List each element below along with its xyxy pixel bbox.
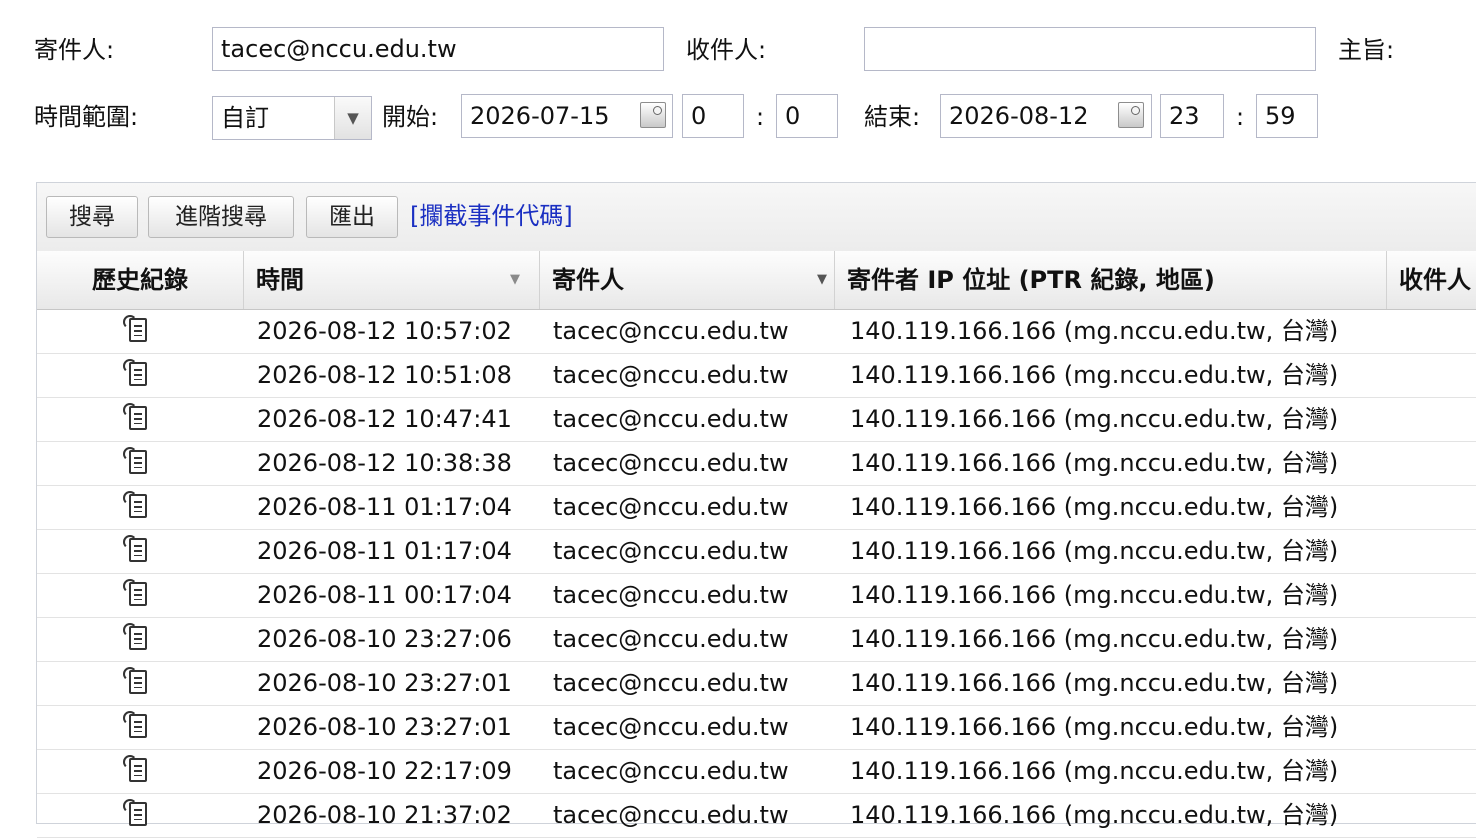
column-header-history[interactable]: 歷史紀錄 [37, 251, 244, 309]
table-row[interactable]: 2026-08-10 22:17:09 tacec@nccu.edu.tw 140.… [37, 750, 1476, 794]
time-cell: 2026-08-12 10:51:08 [257, 361, 512, 389]
sender-cell: tacec@nccu.edu.tw [553, 669, 789, 697]
start-time-colon: : [756, 103, 765, 131]
time-cell: 2026-08-11 01:17:04 [257, 493, 512, 521]
time-cell: 2026-08-12 10:38:38 [257, 449, 512, 477]
sender-ip-cell: 140.119.166.166 (mg.nccu.edu.tw, 台灣) [850, 625, 1339, 653]
history-icon[interactable] [123, 359, 147, 386]
sender-ip-cell: 140.119.166.166 (mg.nccu.edu.tw, 台灣) [850, 801, 1339, 829]
sender-label: 寄件人: [34, 36, 115, 64]
table-row[interactable]: 2026-08-12 10:47:41 tacec@nccu.edu.tw 140.… [37, 398, 1476, 442]
sender-ip-cell: 140.119.166.166 (mg.nccu.edu.tw, 台灣) [850, 405, 1339, 433]
start-hour-input[interactable]: 0 [682, 94, 744, 138]
sender-input[interactable]: tacec@nccu.edu.tw [212, 27, 664, 71]
history-icon[interactable] [123, 579, 147, 606]
sender-cell: tacec@nccu.edu.tw [553, 713, 789, 741]
start-minute-input[interactable]: 0 [776, 94, 838, 138]
column-header-sender-ip[interactable]: 寄件者 IP 位址 (PTR 紀錄, 地區) [835, 251, 1387, 309]
table-row[interactable]: 2026-08-11 00:17:04 tacec@nccu.edu.tw 140.… [37, 574, 1476, 618]
end-hour-input[interactable]: 23 [1160, 94, 1224, 138]
table-row[interactable]: 2026-08-12 10:57:02 tacec@nccu.edu.tw 140.… [37, 310, 1476, 354]
time-range-value: 自訂 [221, 104, 269, 132]
sender-cell: tacec@nccu.edu.tw [553, 757, 789, 785]
history-icon[interactable] [123, 667, 147, 694]
time-cell: 2026-08-10 23:27:01 [257, 713, 512, 741]
export-button[interactable]: 匯出 [306, 196, 398, 238]
history-icon[interactable] [123, 447, 147, 474]
time-cell: 2026-08-11 00:17:04 [257, 581, 512, 609]
sender-ip-cell: 140.119.166.166 (mg.nccu.edu.tw, 台灣) [850, 361, 1339, 389]
history-icon[interactable] [123, 403, 147, 430]
sender-cell: tacec@nccu.edu.tw [553, 537, 789, 565]
advanced-search-button[interactable]: 進階搜尋 [148, 196, 294, 238]
end-label: 結束: [864, 103, 921, 131]
sender-ip-cell: 140.119.166.166 (mg.nccu.edu.tw, 台灣) [850, 493, 1339, 521]
time-cell: 2026-08-10 23:27:06 [257, 625, 512, 653]
sender-ip-cell: 140.119.166.166 (mg.nccu.edu.tw, 台灣) [850, 317, 1339, 345]
sender-ip-cell: 140.119.166.166 (mg.nccu.edu.tw, 台灣) [850, 581, 1339, 609]
toolbar: 搜尋 進階搜尋 匯出 [攔截事件代碼] [37, 183, 1476, 252]
table-row[interactable]: 2026-08-11 01:17:04 tacec@nccu.edu.tw 140.… [37, 530, 1476, 574]
sender-cell: tacec@nccu.edu.tw [553, 449, 789, 477]
history-icon[interactable] [123, 799, 147, 826]
time-range-label: 時間範圍: [34, 103, 139, 131]
sender-cell: tacec@nccu.edu.tw [553, 405, 789, 433]
history-icon[interactable] [123, 535, 147, 562]
table-row[interactable]: 2026-08-10 21:37:02 tacec@nccu.edu.tw 140.… [37, 794, 1476, 838]
table-body: 2026-08-12 10:57:02 tacec@nccu.edu.tw 140.… [37, 310, 1476, 838]
history-icon[interactable] [123, 315, 147, 342]
time-cell: 2026-08-12 10:57:02 [257, 317, 512, 345]
recipient-label: 收件人: [686, 36, 767, 64]
calendar-icon[interactable] [640, 102, 666, 128]
subject-label: 主旨: [1338, 36, 1395, 64]
calendar-icon[interactable] [1118, 102, 1144, 128]
table-row[interactable]: 2026-08-12 10:38:38 tacec@nccu.edu.tw 140.… [37, 442, 1476, 486]
time-cell: 2026-08-10 23:27:01 [257, 669, 512, 697]
recipient-input[interactable] [864, 27, 1316, 71]
history-icon[interactable] [123, 623, 147, 650]
time-cell: 2026-08-12 10:47:41 [257, 405, 512, 433]
sender-cell: tacec@nccu.edu.tw [553, 581, 789, 609]
sender-cell: tacec@nccu.edu.tw [553, 625, 789, 653]
history-icon[interactable] [123, 755, 147, 782]
sender-ip-cell: 140.119.166.166 (mg.nccu.edu.tw, 台灣) [850, 537, 1339, 565]
column-header-time[interactable]: 時間 [244, 251, 540, 309]
end-time-colon: : [1236, 103, 1245, 131]
sender-ip-cell: 140.119.166.166 (mg.nccu.edu.tw, 台灣) [850, 713, 1339, 741]
time-cell: 2026-08-11 01:17:04 [257, 537, 512, 565]
table-row[interactable]: 2026-08-10 23:27:01 tacec@nccu.edu.tw 140.… [37, 662, 1476, 706]
table-header: 歷史紀錄 時間 ▼ 寄件人 ▼ 寄件者 IP 位址 (PTR 紀錄, 地區) 收… [37, 251, 1476, 310]
chevron-down-icon[interactable]: ▼ [334, 97, 371, 139]
block-codes-link[interactable]: [攔截事件代碼] [410, 200, 573, 232]
history-icon[interactable] [123, 491, 147, 518]
history-icon[interactable] [123, 711, 147, 738]
sender-ip-cell: 140.119.166.166 (mg.nccu.edu.tw, 台灣) [850, 669, 1339, 697]
column-header-recipient[interactable]: 收件人 [1387, 251, 1476, 309]
sort-arrow-icon[interactable]: ▼ [510, 251, 520, 309]
start-label: 開始: [382, 103, 439, 131]
sender-cell: tacec@nccu.edu.tw [553, 361, 789, 389]
end-minute-input[interactable]: 59 [1256, 94, 1318, 138]
table-row[interactable]: 2026-08-10 23:27:01 tacec@nccu.edu.tw 140.… [37, 706, 1476, 750]
sender-cell: tacec@nccu.edu.tw [553, 317, 789, 345]
sender-ip-cell: 140.119.166.166 (mg.nccu.edu.tw, 台灣) [850, 449, 1339, 477]
sender-ip-cell: 140.119.166.166 (mg.nccu.edu.tw, 台灣) [850, 757, 1339, 785]
sort-arrow-icon[interactable]: ▼ [817, 251, 827, 309]
table-row[interactable]: 2026-08-12 10:51:08 tacec@nccu.edu.tw 140.… [37, 354, 1476, 398]
results-panel: 搜尋 進階搜尋 匯出 [攔截事件代碼] 歷史紀錄 時間 ▼ 寄件人 ▼ 寄件者 … [36, 182, 1476, 838]
sender-cell: tacec@nccu.edu.tw [553, 801, 789, 829]
column-header-sender[interactable]: 寄件人 [540, 251, 835, 309]
table-row[interactable]: 2026-08-11 01:17:04 tacec@nccu.edu.tw 140.… [37, 486, 1476, 530]
time-cell: 2026-08-10 21:37:02 [257, 801, 512, 829]
table-row[interactable]: 2026-08-10 23:27:06 tacec@nccu.edu.tw 140.… [37, 618, 1476, 662]
search-button[interactable]: 搜尋 [46, 196, 138, 238]
time-cell: 2026-08-10 22:17:09 [257, 757, 512, 785]
time-range-select[interactable]: 自訂 ▼ [212, 96, 372, 140]
sender-cell: tacec@nccu.edu.tw [553, 493, 789, 521]
